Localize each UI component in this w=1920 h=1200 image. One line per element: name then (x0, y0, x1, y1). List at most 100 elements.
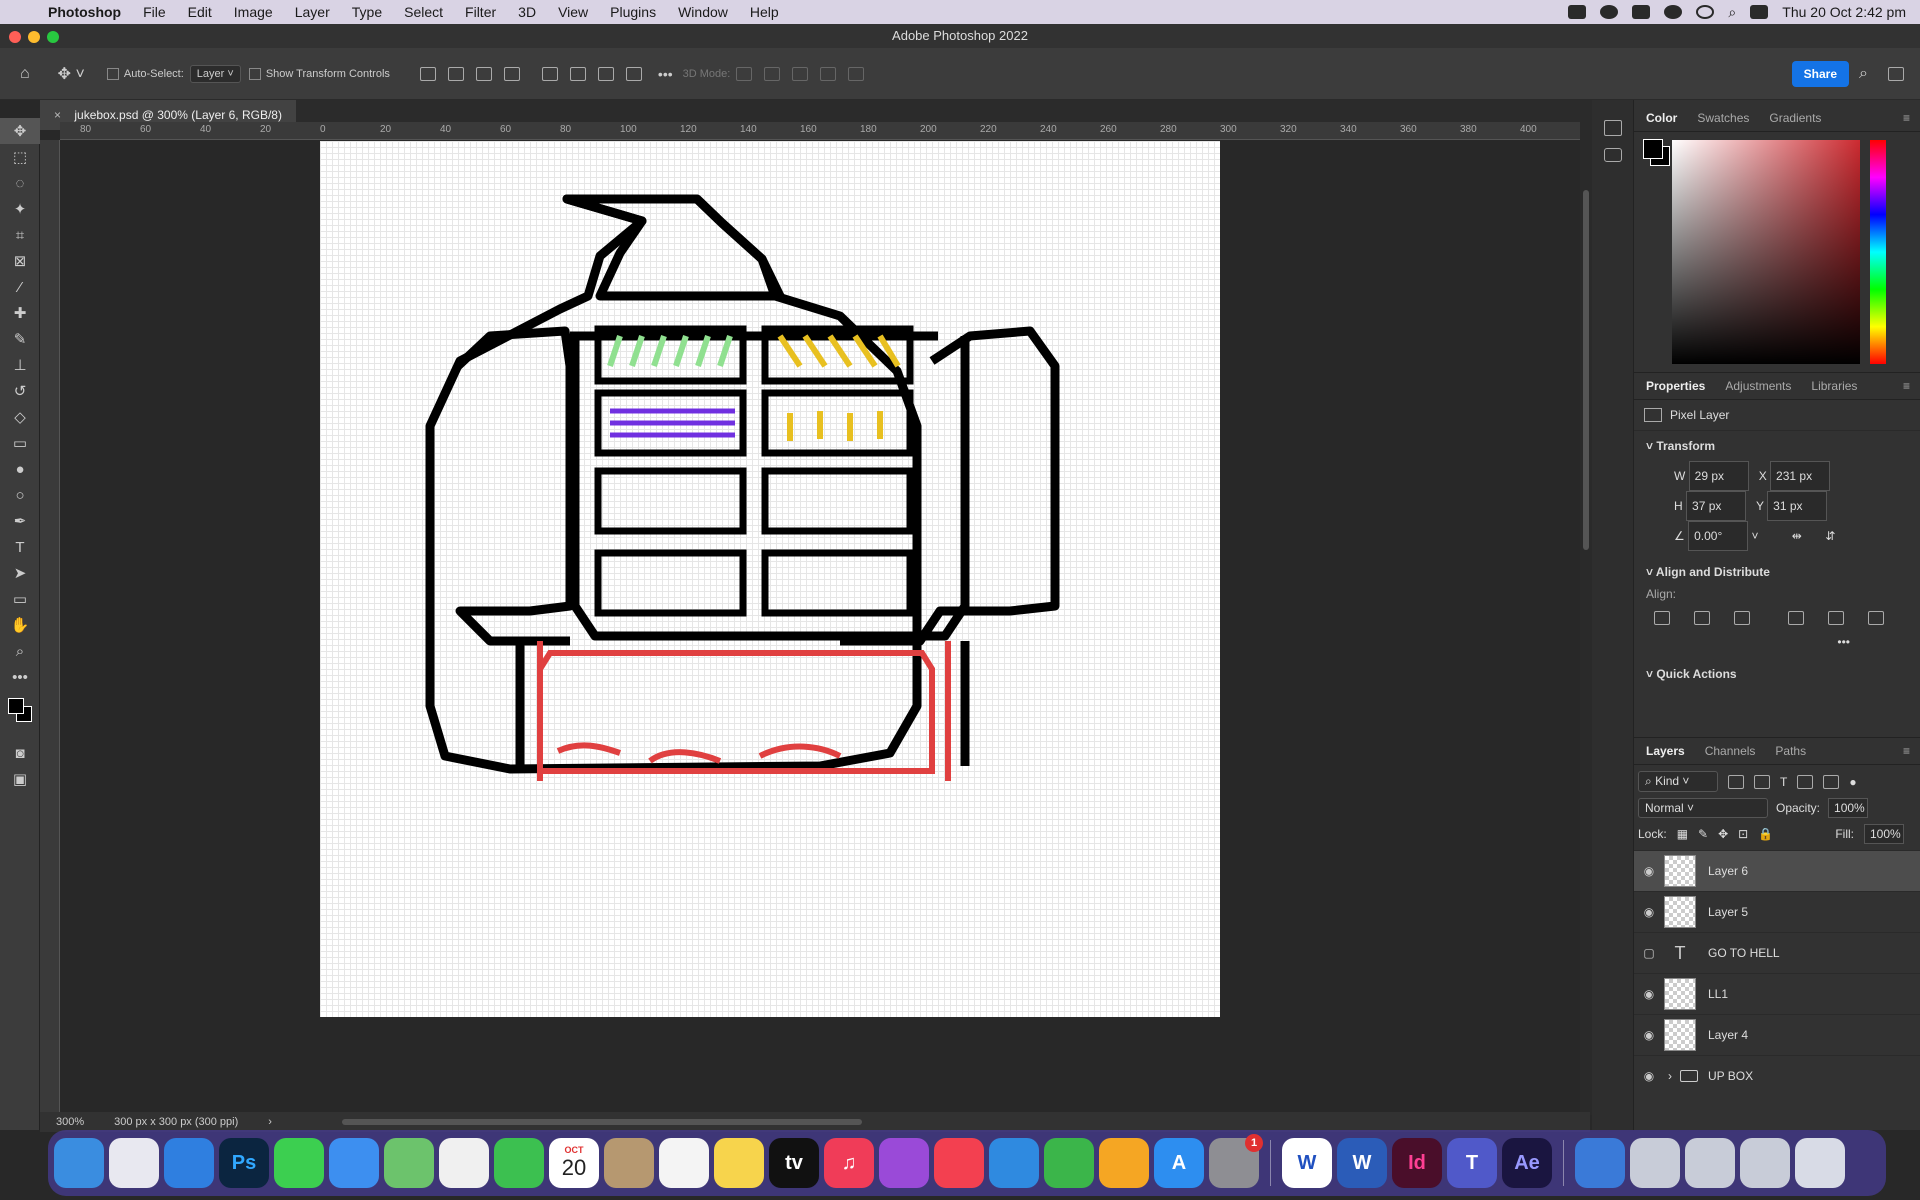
3d-orbit-icon[interactable] (736, 66, 753, 81)
angle-field[interactable]: 0.00° (1688, 521, 1749, 551)
history-brush-tool-icon[interactable]: ↺ (0, 378, 40, 404)
blur-tool-icon[interactable]: ● (0, 456, 40, 482)
align-horizontal-centers-icon[interactable] (1694, 611, 1710, 625)
tab-layers[interactable]: Layers (1646, 744, 1685, 758)
pages-icon[interactable] (1099, 1138, 1149, 1188)
podcasts-icon[interactable] (879, 1138, 929, 1188)
opacity-field[interactable]: 100% (1828, 798, 1869, 818)
word-icon[interactable]: W (1337, 1138, 1387, 1188)
aftereffects-icon[interactable]: Ae (1502, 1138, 1552, 1188)
tab-paths[interactable]: Paths (1775, 744, 1806, 758)
creative-cloud-icon[interactable] (1600, 5, 1619, 19)
layer-row[interactable]: ◉ Layer 4 (1634, 1014, 1920, 1055)
quick-actions-header[interactable]: ˅ Quick Actions (1634, 659, 1920, 689)
play-icon[interactable] (1664, 5, 1683, 19)
menu-window[interactable]: Window (667, 4, 739, 20)
align-top-icon[interactable] (541, 66, 558, 81)
layer-row[interactable]: ◉ › UP BOX (1634, 1055, 1920, 1096)
stamp-tool-icon[interactable]: ⊥ (0, 352, 40, 378)
align-bottom-icon[interactable] (597, 66, 614, 81)
filter-adjustment-icon[interactable] (1754, 774, 1770, 789)
move-tool-icon[interactable]: ✥ (0, 118, 40, 144)
photos-icon[interactable] (439, 1138, 489, 1188)
control-center-icon[interactable] (1750, 5, 1769, 19)
tab-channels[interactable]: Channels (1705, 744, 1756, 758)
maps-icon[interactable] (384, 1138, 434, 1188)
menu-3d[interactable]: 3D (507, 4, 547, 20)
menu-filter[interactable]: Filter (454, 4, 507, 20)
tab-adjustments[interactable]: Adjustments (1725, 379, 1791, 393)
contacts-icon[interactable] (604, 1138, 654, 1188)
auto-select-checkbox[interactable] (106, 67, 119, 80)
layer-filter-dropdown[interactable]: ⌕ Kind ˅ (1638, 771, 1718, 792)
tab-properties[interactable]: Properties (1646, 379, 1705, 393)
filter-shape-icon[interactable] (1797, 774, 1814, 789)
screenshot-stack-icon[interactable] (1630, 1138, 1680, 1188)
width-field[interactable]: 29 px (1688, 461, 1749, 491)
gradient-tool-icon[interactable]: ▭ (0, 430, 40, 456)
comments-panel-icon[interactable] (1604, 148, 1622, 162)
align-center-icon[interactable] (447, 66, 464, 81)
layer-row[interactable]: ◉ Layer 6 (1634, 850, 1920, 891)
close-window-icon[interactable] (9, 31, 21, 43)
news-icon[interactable] (934, 1138, 984, 1188)
pen-tool-icon[interactable]: ✒ (0, 508, 40, 534)
app-menu[interactable]: Photoshop (42, 4, 132, 20)
minimize-window-icon[interactable] (28, 31, 40, 43)
keynote-icon[interactable] (989, 1138, 1039, 1188)
marquee-tool-icon[interactable]: ⬚ (0, 144, 40, 170)
scrollbar-thumb[interactable] (1583, 190, 1589, 550)
transform-section-header[interactable]: ˅ Transform (1634, 431, 1920, 461)
align-top-edges-icon[interactable] (1788, 611, 1804, 625)
color-picker-field[interactable] (1672, 140, 1860, 364)
zoom-tool-icon[interactable]: ⌕ (0, 638, 40, 664)
y-field[interactable]: 31 px (1767, 491, 1828, 521)
align-section-header[interactable]: ˅ Align and Distribute (1634, 557, 1920, 587)
panel-menu-icon[interactable]: ≡ (1903, 111, 1910, 125)
tab-gradients[interactable]: Gradients (1769, 111, 1821, 125)
menu-view[interactable]: View (547, 4, 599, 20)
appstore-icon[interactable]: A (1154, 1138, 1204, 1188)
layer-row[interactable]: ◉ Layer 5 (1634, 891, 1920, 932)
healing-brush-tool-icon[interactable]: ✚ (0, 300, 40, 326)
wifi-icon[interactable] (1696, 5, 1715, 19)
lock-transparent-icon[interactable]: ▦ (1677, 827, 1688, 841)
indesign-icon[interactable]: Id (1392, 1138, 1442, 1188)
eye-icon[interactable]: ◉ (1634, 987, 1664, 1001)
menu-select[interactable]: Select (393, 4, 454, 20)
foreground-color-swatch[interactable] (8, 698, 24, 714)
3d-slide-icon[interactable] (820, 66, 837, 81)
3d-scale-icon[interactable] (848, 66, 865, 81)
fill-field[interactable]: 100% (1864, 824, 1904, 844)
filter-toggle-icon[interactable]: ● (1849, 775, 1856, 789)
lock-pixels-icon[interactable]: ✎ (1698, 827, 1708, 841)
quick-mask-icon[interactable]: ◙ (0, 740, 40, 766)
align-right-edges-icon[interactable] (1734, 611, 1750, 625)
3d-roll-icon[interactable] (764, 66, 781, 81)
distribute-vertical-icon[interactable] (625, 66, 642, 81)
canvas-vertical-scrollbar[interactable] (1580, 130, 1592, 1115)
align-vertical-centers-icon[interactable] (1828, 611, 1844, 625)
menu-layer[interactable]: Layer (284, 4, 341, 20)
safari-icon[interactable] (164, 1138, 214, 1188)
dodge-tool-icon[interactable]: ○ (0, 482, 40, 508)
filter-smart-object-icon[interactable] (1823, 774, 1840, 789)
document-info[interactable]: 300 px x 300 px (300 ppi) (114, 1116, 238, 1128)
horizontal-scrollbar[interactable] (341, 1119, 862, 1125)
panel-menu-icon[interactable]: ≡ (1903, 379, 1910, 393)
mail-icon[interactable] (329, 1138, 379, 1188)
brush-tool-icon[interactable]: ✎ (0, 326, 40, 352)
search-icon[interactable]: ⌕ (1728, 4, 1736, 21)
group-chevron-icon[interactable]: › (1668, 1069, 1672, 1083)
align-left-edges-icon[interactable] (1654, 611, 1670, 625)
status-app-icon[interactable] (1568, 5, 1587, 19)
notes-icon[interactable] (714, 1138, 764, 1188)
globe-icon[interactable] (1575, 1138, 1625, 1188)
eyedropper-tool-icon[interactable]: ⁄ (0, 274, 40, 300)
canvas-area[interactable] (60, 140, 1580, 1115)
lasso-tool-icon[interactable]: ◌ (0, 170, 40, 196)
music-icon[interactable]: ♫ (824, 1138, 874, 1188)
lock-artboard-icon[interactable]: ⊡ (1738, 827, 1748, 841)
more-tools-icon[interactable]: ••• (0, 664, 40, 690)
x-field[interactable]: 231 px (1770, 461, 1831, 491)
